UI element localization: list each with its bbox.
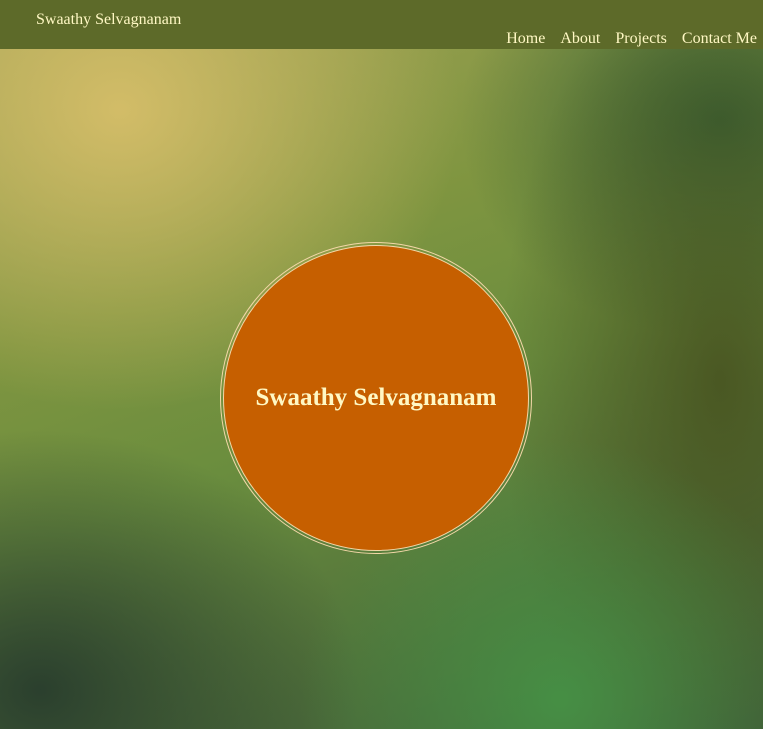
- nav-item-projects: Projects: [615, 30, 667, 48]
- hero-circle-outer-ring: Swaathy Selvagnanam: [220, 242, 532, 554]
- nav-link-contact-me[interactable]: Contact Me: [682, 30, 757, 47]
- main-nav: Home About Projects Contact Me: [506, 30, 757, 48]
- nav-link-projects[interactable]: Projects: [615, 30, 667, 47]
- nav-link-home[interactable]: Home: [506, 30, 545, 47]
- nav-link-about[interactable]: About: [560, 30, 600, 47]
- brand-link[interactable]: Swaathy Selvagnanam: [36, 11, 181, 29]
- nav-item-home: Home: [506, 30, 545, 48]
- nav-item-contact: Contact Me: [682, 30, 757, 48]
- nav-item-about: About: [560, 30, 600, 48]
- top-navigation-bar: Swaathy Selvagnanam Home About Projects …: [0, 0, 763, 49]
- hero-circle: Swaathy Selvagnanam: [223, 245, 529, 551]
- hero-title: Swaathy Selvagnanam: [255, 384, 497, 411]
